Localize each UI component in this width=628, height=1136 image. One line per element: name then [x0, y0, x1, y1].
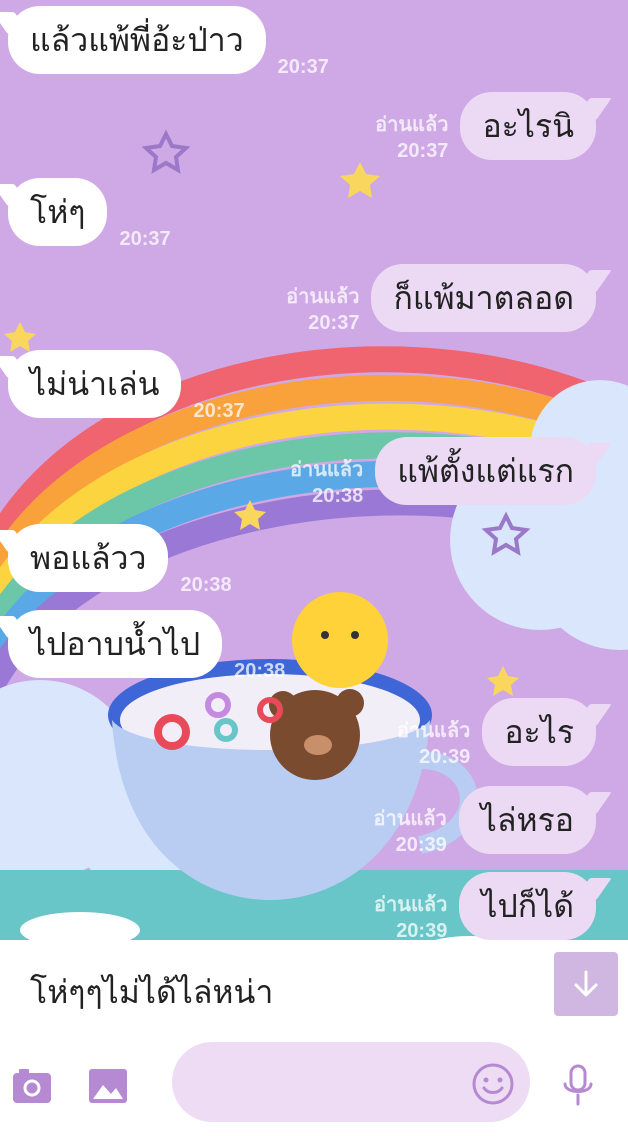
message-bubble[interactable]: พอแล้วว	[8, 524, 169, 592]
message-incoming[interactable]: แล้วแพ้พี่อ้ะป่าว 20:37	[8, 6, 329, 78]
message-bubble[interactable]: อะไร	[482, 698, 596, 766]
message-bubble[interactable]: ไล่หรอ	[458, 786, 596, 854]
message-time: 20:39	[307, 1008, 359, 1030]
message-outgoing[interactable]: อ่านแล้ว 20:39 ไล่หรอ	[374, 786, 596, 856]
message-time: 20:37	[397, 140, 449, 162]
message-outgoing[interactable]: อ่านแล้ว 20:39 ไปก็ได้	[374, 872, 596, 942]
message-outgoing[interactable]: อ่านแล้ว 20:37 ก็แพ้มาตลอด	[286, 264, 596, 334]
message-time: 20:37	[119, 228, 171, 250]
message-bubble[interactable]: แล้วแพ้พี่อ้ะป่าว	[8, 6, 266, 74]
read-receipt: อ่านแล้ว	[374, 894, 448, 916]
image-icon	[89, 1069, 127, 1103]
message-bubble[interactable]: ไม่น่าเล่น	[8, 350, 182, 418]
arrow-down-icon	[574, 970, 598, 997]
message-bubble[interactable]: โห่ๆๆไม่ได้ไล่หน่า	[8, 958, 296, 1026]
message-incoming[interactable]: พอแล้วว 20:38	[8, 524, 232, 596]
message-time: 20:38	[234, 660, 286, 682]
message-meta: อ่านแล้ว 20:39	[374, 892, 447, 944]
message-time: 20:37	[193, 400, 245, 422]
message-time: 20:39	[419, 746, 471, 768]
message-outgoing[interactable]: อ่านแล้ว 20:38 แพ้ตั้งแต่แรก	[290, 437, 596, 507]
read-receipt: อ่านแล้ว	[397, 720, 471, 742]
message-meta: อ่านแล้ว 20:39	[374, 806, 447, 858]
message-meta: อ่านแล้ว 20:39	[397, 718, 470, 770]
message-incoming[interactable]: ไม่น่าเล่น 20:37	[8, 350, 245, 422]
scroll-to-bottom-button[interactable]	[554, 952, 618, 1016]
message-time: 20:39	[395, 834, 447, 856]
message-bubble[interactable]: ไปอาบน้ำไป	[8, 610, 223, 678]
camera-button[interactable]	[10, 1064, 54, 1108]
message-bubble[interactable]: อะไรนิ	[460, 92, 596, 160]
message-time: 20:39	[396, 920, 448, 942]
message-bubble[interactable]: แพ้ตั้งแต่แรก	[375, 437, 596, 505]
read-receipt: อ่านแล้ว	[375, 114, 449, 136]
smile-icon	[472, 1063, 514, 1105]
message-time: 20:37	[277, 56, 329, 78]
message-bubble[interactable]: โห่ๆ	[8, 178, 108, 246]
message-meta: อ่านแล้ว 20:38	[290, 457, 363, 509]
read-receipt: อ่านแล้ว	[289, 459, 364, 481]
message-bubble[interactable]: ไปก็ได้	[459, 872, 596, 940]
message-meta: อ่านแล้ว 20:37	[375, 112, 448, 164]
read-receipt: อ่านแล้ว	[373, 808, 447, 830]
message-incoming[interactable]: ไปอาบน้ำไป 20:38	[8, 610, 285, 682]
message-meta: อ่านแล้ว 20:37	[286, 284, 359, 336]
emoji-button[interactable]	[470, 1061, 516, 1107]
message-time: 20:38	[180, 574, 232, 596]
message-bubble[interactable]: ก็แพ้มาตลอด	[371, 264, 596, 332]
message-time: 20:38	[312, 485, 364, 507]
gallery-button[interactable]	[86, 1064, 130, 1108]
microphone-button[interactable]	[556, 1062, 600, 1108]
message-time: 20:37	[308, 312, 360, 334]
camera-icon	[13, 1069, 51, 1103]
message-outgoing[interactable]: อ่านแล้ว 20:37 อะไรนิ	[375, 92, 596, 162]
message-incoming[interactable]: โห่ๆ 20:37	[8, 178, 171, 250]
microphone-icon	[563, 1064, 593, 1106]
message-incoming[interactable]: โห่ๆๆไม่ได้ไล่หน่า 20:39	[8, 958, 359, 1030]
message-outgoing[interactable]: อ่านแล้ว 20:39 อะไร	[397, 698, 596, 768]
read-receipt: อ่านแล้ว	[286, 286, 360, 308]
